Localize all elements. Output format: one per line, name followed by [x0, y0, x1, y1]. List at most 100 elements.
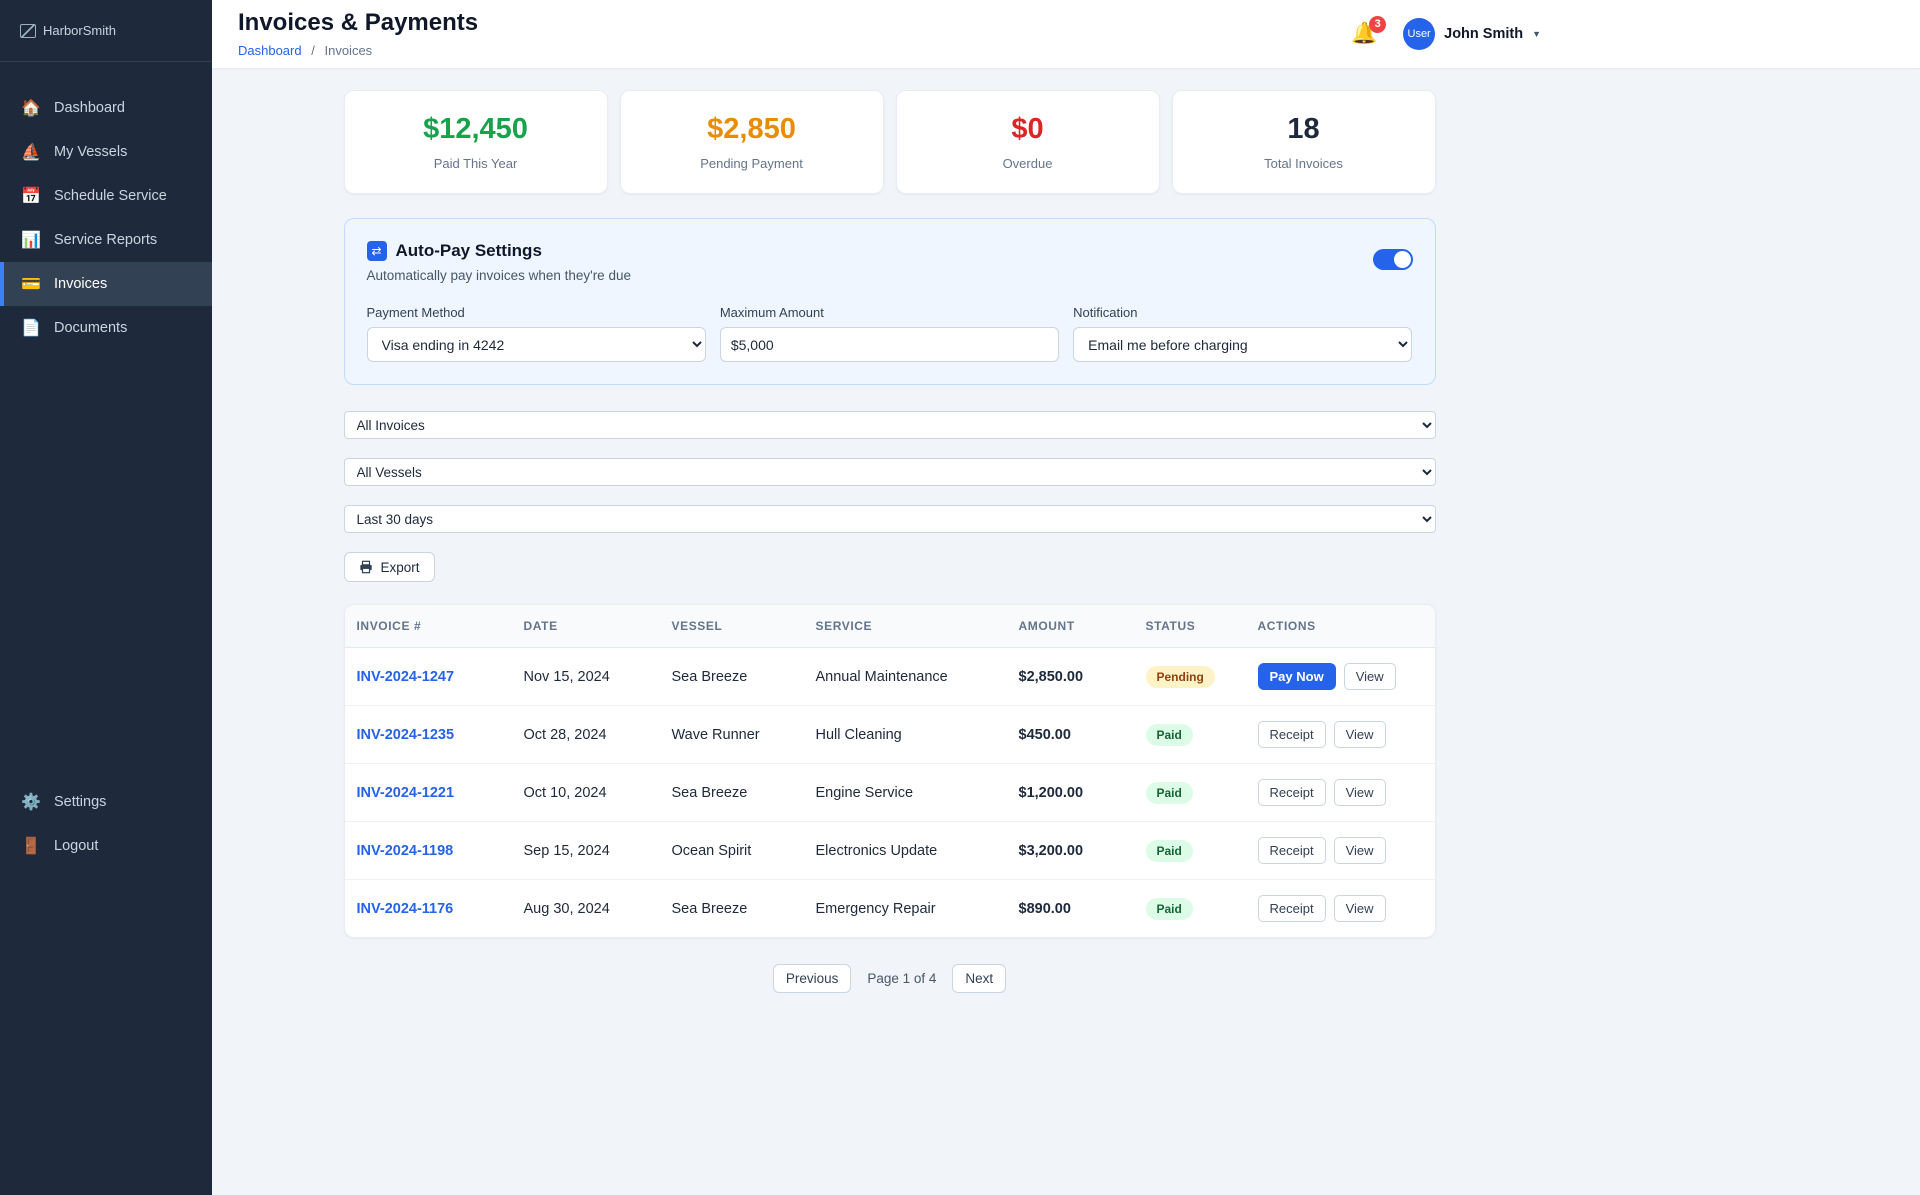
sidebar-item-label: Settings [54, 794, 107, 810]
calendar-icon: 📅 [21, 188, 41, 205]
invoice-link[interactable]: INV-2024-1198 [357, 843, 454, 859]
chevron-down-icon: ▼ [1532, 28, 1541, 39]
stat-card-pending-payment: $2,850 Pending Payment [619, 90, 884, 194]
filters: All Invoices All Vessels Last 30 days [343, 411, 1436, 533]
invoice-date: Sep 15, 2024 [511, 821, 660, 880]
printer-icon [359, 560, 372, 574]
invoice-vessel: Wave Runner [659, 705, 804, 764]
invoice-amount: $2,850.00 [1006, 647, 1134, 706]
notification-select[interactable]: Email me before charging [1073, 327, 1413, 362]
view-button[interactable]: View [1343, 663, 1396, 690]
table-row: INV-2024-1235 Oct 28, 2024 Wave Runner H… [344, 705, 1435, 764]
invoice-status-filter[interactable]: All Invoices [343, 411, 1436, 439]
sidebar-item-label: Schedule Service [54, 188, 167, 204]
sidebar-item-settings[interactable]: ⚙️ Settings [0, 780, 212, 824]
invoice-link[interactable]: INV-2024-1221 [357, 785, 455, 801]
view-button[interactable]: View [1333, 779, 1386, 806]
table-header-row: INVOICE # DATE VESSEL SERVICE AMOUNT STA… [344, 605, 1435, 648]
invoice-date: Aug 30, 2024 [523, 900, 610, 917]
column-service: SERVICE [803, 605, 1007, 648]
sidebar-item-label: Service Reports [54, 232, 158, 248]
notification-label: Notification [1073, 305, 1138, 320]
vessel-filter[interactable]: All Vessels [343, 458, 1436, 486]
invoice-amount: $3,200.00 [1006, 821, 1134, 880]
stat-value: $12,450 [423, 113, 528, 145]
next-page-button[interactable]: Next [952, 964, 1007, 993]
user-menu[interactable]: User John Smith ▼ [1403, 17, 1541, 50]
status-badge: Paid [1145, 897, 1193, 920]
page-status: Page 1 of 4 [867, 971, 937, 986]
sidebar-item-my-vessels[interactable]: ⛵ My Vessels [0, 130, 212, 174]
invoice-link[interactable]: INV-2024-1235 [357, 727, 455, 743]
sidebar-item-label: Documents [54, 320, 128, 336]
stat-label: Overdue [1002, 156, 1053, 171]
previous-page-button[interactable]: Previous [772, 964, 852, 993]
stat-card-overdue: $0 Overdue [895, 90, 1160, 194]
sidebar-item-documents[interactable]: 📄 Documents [0, 306, 212, 350]
chart-icon: 📊 [21, 232, 41, 249]
invoice-link[interactable]: INV-2024-1176 [357, 901, 454, 917]
receipt-button[interactable]: Receipt [1257, 895, 1326, 922]
invoice-link[interactable]: INV-2024-1247 [357, 669, 455, 685]
door-icon: 🚪 [21, 838, 41, 855]
page-title: Invoices & Payments [238, 9, 479, 36]
invoice-date: Nov 15, 2024 [511, 647, 660, 706]
sidebar-item-service-reports[interactable]: 📊 Service Reports [0, 218, 212, 262]
invoice-vessel: Ocean Spirit [659, 821, 804, 880]
notifications-button[interactable]: 🔔 3 [1351, 15, 1387, 45]
sidebar-item-invoices[interactable]: 💳 Invoices [0, 262, 212, 306]
broken-image-icon [20, 23, 36, 38]
export-button[interactable]: Export [343, 552, 435, 582]
sidebar-item-logout[interactable]: 🚪 Logout [0, 824, 212, 868]
user-name: John Smith [1444, 25, 1524, 42]
sidebar-nav: 🏠 Dashboard ⛵ My Vessels 📅 Schedule Serv… [0, 62, 212, 350]
invoice-service: Annual Maintenance [803, 647, 1007, 706]
receipt-button[interactable]: Receipt [1257, 779, 1326, 806]
receipt-button[interactable]: Receipt [1257, 837, 1326, 864]
column-vessel: VESSEL [659, 605, 804, 648]
page-header: Invoices & Payments Dashboard / Invoices… [212, 0, 1920, 68]
app-logo-text: HarborSmith [43, 23, 116, 38]
stat-label: Total Invoices [1264, 156, 1343, 171]
stat-value: $0 [1011, 113, 1044, 145]
autopay-toggle[interactable] [1372, 249, 1413, 270]
sidebar-footer: ⚙️ Settings 🚪 Logout [0, 780, 212, 892]
view-button[interactable]: View [1333, 837, 1386, 864]
sidebar-item-label: Invoices [54, 276, 108, 292]
notification-badge: 3 [1369, 15, 1387, 33]
invoice-amount: $450.00 [1006, 705, 1134, 764]
stat-value: $2,850 [707, 113, 796, 145]
stat-label: Pending Payment [700, 156, 803, 171]
invoice-vessel: Sea Breeze [659, 647, 804, 706]
receipt-button[interactable]: Receipt [1257, 721, 1326, 748]
autopay-subtitle: Automatically pay invoices when they're … [366, 268, 631, 283]
maximum-amount-input[interactable] [719, 327, 1060, 362]
pay-now-button[interactable]: Pay Now [1257, 663, 1336, 690]
column-date: DATE [511, 605, 660, 648]
stat-card-paid-this-year: $12,450 Paid This Year [343, 90, 608, 194]
column-actions: ACTIONS [1245, 605, 1435, 648]
breadcrumb-dashboard-link[interactable]: Dashboard [238, 43, 302, 58]
invoice-amount: $1,200.00 [1006, 763, 1134, 822]
sidebar: HarborSmith 🏠 Dashboard ⛵ My Vessels 📅 S… [0, 0, 212, 1195]
export-label: Export [380, 559, 420, 575]
pagination: Previous Page 1 of 4 Next [344, 964, 1436, 993]
invoice-service: Hull Cleaning [803, 705, 1007, 764]
autopay-title: Auto-Pay Settings [395, 241, 542, 260]
status-badge: Paid [1145, 723, 1193, 746]
credit-card-icon: 💳 [21, 276, 41, 293]
view-button[interactable]: View [1333, 721, 1386, 748]
payment-method-label: Payment Method [366, 305, 465, 320]
sidebar-item-label: Dashboard [54, 100, 125, 116]
view-button[interactable]: View [1333, 895, 1386, 922]
sidebar-item-label: Logout [54, 838, 99, 854]
app-logo: HarborSmith [0, 0, 212, 62]
sidebar-item-dashboard[interactable]: 🏠 Dashboard [0, 86, 212, 130]
payment-method-select[interactable]: Visa ending in 4242 [366, 327, 706, 362]
breadcrumb-current: Invoices [324, 43, 373, 58]
date-range-filter[interactable]: Last 30 days [343, 505, 1436, 533]
column-amount: AMOUNT [1006, 605, 1134, 648]
sidebar-item-schedule-service[interactable]: 📅 Schedule Service [0, 174, 212, 218]
invoices-table: INVOICE # DATE VESSEL SERVICE AMOUNT STA… [343, 604, 1436, 938]
invoice-vessel: Sea Breeze [671, 900, 748, 917]
